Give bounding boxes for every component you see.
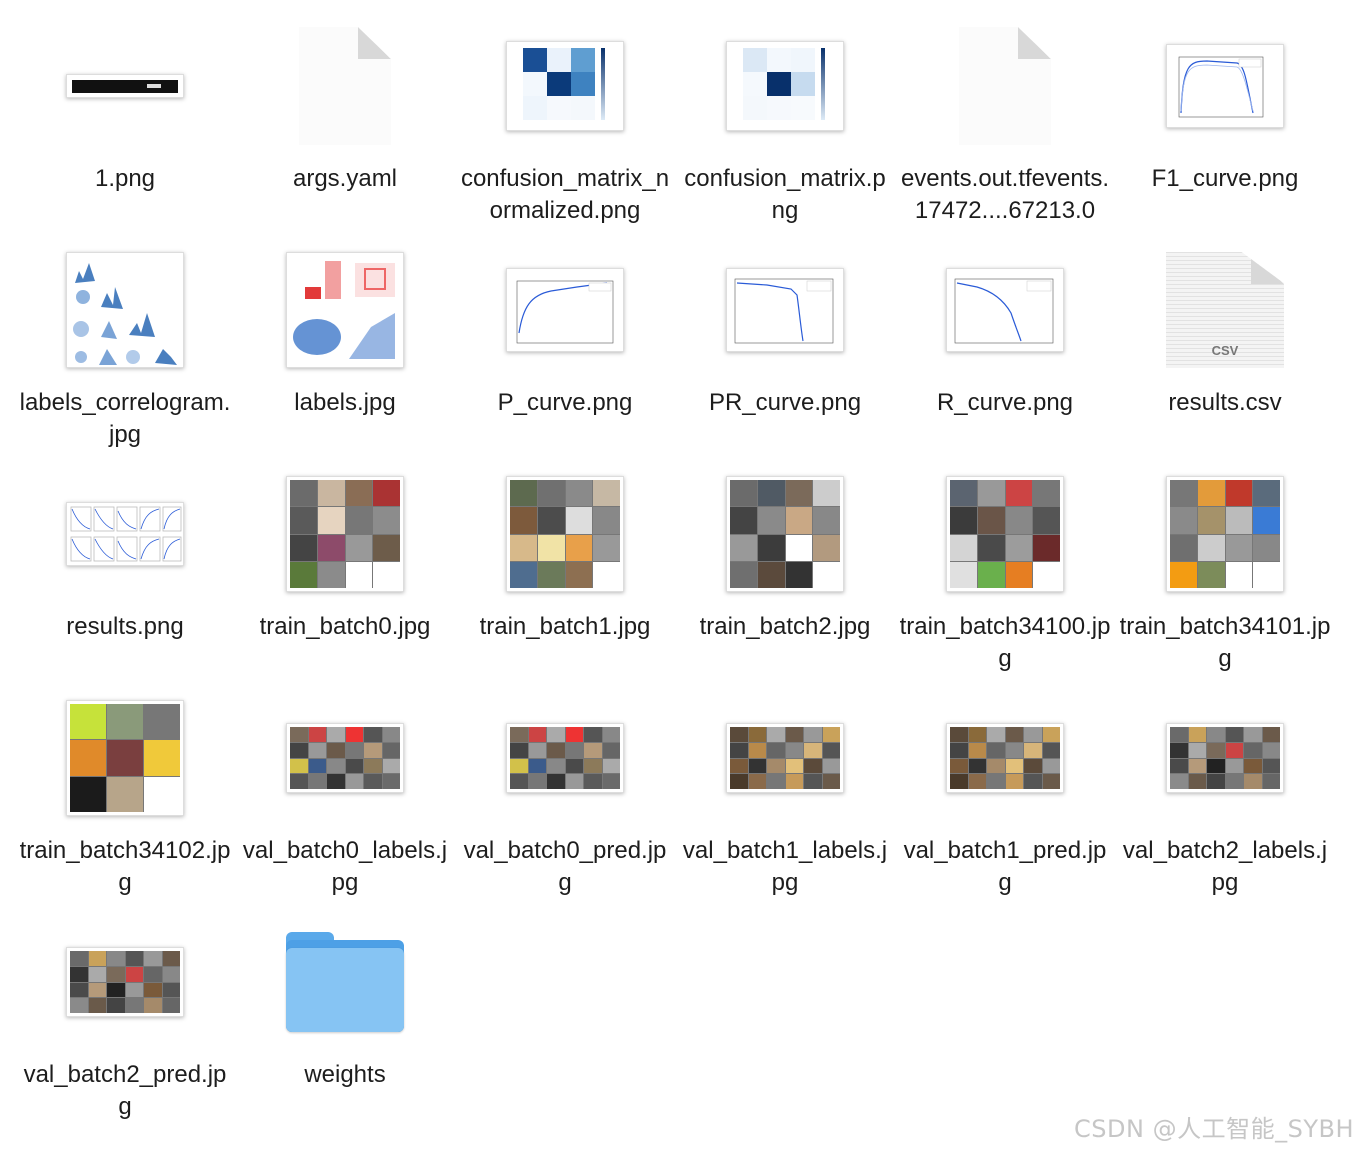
file-name: train_batch34101.jpg [1119, 613, 1331, 672]
file-name: R_curve.png [936, 389, 1074, 416]
file-item[interactable]: train_batch34100.jpg [895, 448, 1115, 672]
file-item[interactable]: args.yaml [235, 0, 455, 224]
image-grid-thumbnail [455, 692, 675, 824]
document-icon [235, 20, 455, 152]
confusion-matrix-thumbnail [675, 20, 895, 152]
image-grid-thumbnail [455, 468, 675, 600]
image-grid-thumbnail [895, 692, 1115, 824]
file-item[interactable]: val_batch2_pred.jpg [15, 896, 235, 1120]
file-name: labels.jpg [294, 389, 396, 416]
file-item[interactable]: P_curve.png [455, 224, 675, 448]
file-name: val_batch0_labels.jpg [242, 837, 448, 896]
file-name: val_batch2_pred.jpg [23, 1061, 227, 1120]
file-item[interactable]: R_curve.png [895, 224, 1115, 448]
folder-icon [235, 916, 455, 1048]
curve-chart-thumbnail [455, 244, 675, 376]
file-name: labels_correlogram.jpg [19, 389, 231, 448]
csv-icon: CSV [1115, 244, 1335, 376]
file-name: results.png [66, 613, 184, 640]
file-item[interactable]: labels.jpg [235, 224, 455, 448]
file-name: confusion_matrix.png [684, 165, 886, 224]
file-name: train_batch34100.jpg [899, 613, 1111, 672]
image-grid-thumbnail [235, 468, 455, 600]
file-name: train_batch34102.jpg [19, 837, 231, 896]
file-item[interactable]: train_batch34101.jpg [1115, 448, 1335, 672]
curve-chart-thumbnail [1115, 20, 1335, 152]
image-grid-thumbnail [675, 468, 895, 600]
confusion-matrix-thumbnail [455, 20, 675, 152]
file-name: 1.png [94, 165, 156, 192]
file-name: train_batch2.jpg [699, 613, 871, 640]
curve-chart-thumbnail [675, 244, 895, 376]
image-grid-thumbnail [675, 692, 895, 824]
file-item[interactable]: val_batch2_labels.jpg [1115, 672, 1335, 896]
file-name: args.yaml [292, 165, 398, 192]
curve-chart-thumbnail [895, 244, 1115, 376]
file-name: PR_curve.png [708, 389, 862, 416]
file-item[interactable]: train_batch34102.jpg [15, 672, 235, 896]
results-chart-thumbnail [15, 468, 235, 600]
labels-thumbnail [235, 244, 455, 376]
file-name: val_batch1_pred.jpg [903, 837, 1107, 896]
image-grid-thumbnail [1115, 692, 1335, 824]
file-item[interactable]: labels_correlogram.jpg [15, 224, 235, 448]
file-item[interactable]: confusion_matrix.png [675, 0, 895, 224]
file-item[interactable]: confusion_matrix_normalized.png [455, 0, 675, 224]
file-item[interactable]: train_batch2.jpg [675, 448, 895, 672]
file-item[interactable]: train_batch0.jpg [235, 448, 455, 672]
folder-name: weights [304, 1061, 386, 1088]
file-item[interactable]: val_batch0_labels.jpg [235, 672, 455, 896]
image-grid-thumbnail [235, 692, 455, 824]
document-icon [895, 20, 1115, 152]
file-name: val_batch2_labels.jpg [1122, 837, 1328, 896]
file-item[interactable]: events.out.tfevents.17472....67213.0 [895, 0, 1115, 224]
image-grid-thumbnail [1115, 468, 1335, 600]
file-item[interactable]: results.png [15, 448, 235, 672]
file-name: val_batch0_pred.jpg [463, 837, 667, 896]
file-name: train_batch1.jpg [479, 613, 651, 640]
file-item[interactable]: train_batch1.jpg [455, 448, 675, 672]
file-item[interactable]: CSV results.csv [1115, 224, 1335, 448]
file-name: results.csv [1168, 389, 1282, 416]
file-item[interactable]: val_batch1_pred.jpg [895, 672, 1115, 896]
file-item[interactable]: val_batch1_labels.jpg [675, 672, 895, 896]
csv-badge: CSV [1211, 343, 1239, 358]
file-name: train_batch0.jpg [259, 613, 431, 640]
image-grid-thumbnail [15, 692, 235, 824]
folder-item[interactable]: weights [235, 896, 455, 1120]
file-name: val_batch1_labels.jpg [682, 837, 888, 896]
image-thumbnail-1-png [15, 20, 235, 152]
file-name: P_curve.png [497, 389, 633, 416]
file-item[interactable]: val_batch0_pred.jpg [455, 672, 675, 896]
file-item[interactable]: F1_curve.png [1115, 0, 1335, 224]
file-name: events.out.tfevents.17472....67213.0 [900, 165, 1110, 224]
correlogram-thumbnail [15, 244, 235, 376]
file-name: confusion_matrix_normalized.png [460, 165, 670, 224]
watermark: CSDN @人工智能_SYBH [1074, 1115, 1354, 1143]
file-name: F1_curve.png [1151, 165, 1299, 192]
file-item[interactable]: 1.png [15, 0, 235, 224]
file-item[interactable]: PR_curve.png [675, 224, 895, 448]
image-grid-thumbnail [895, 468, 1115, 600]
image-grid-thumbnail [15, 916, 235, 1048]
